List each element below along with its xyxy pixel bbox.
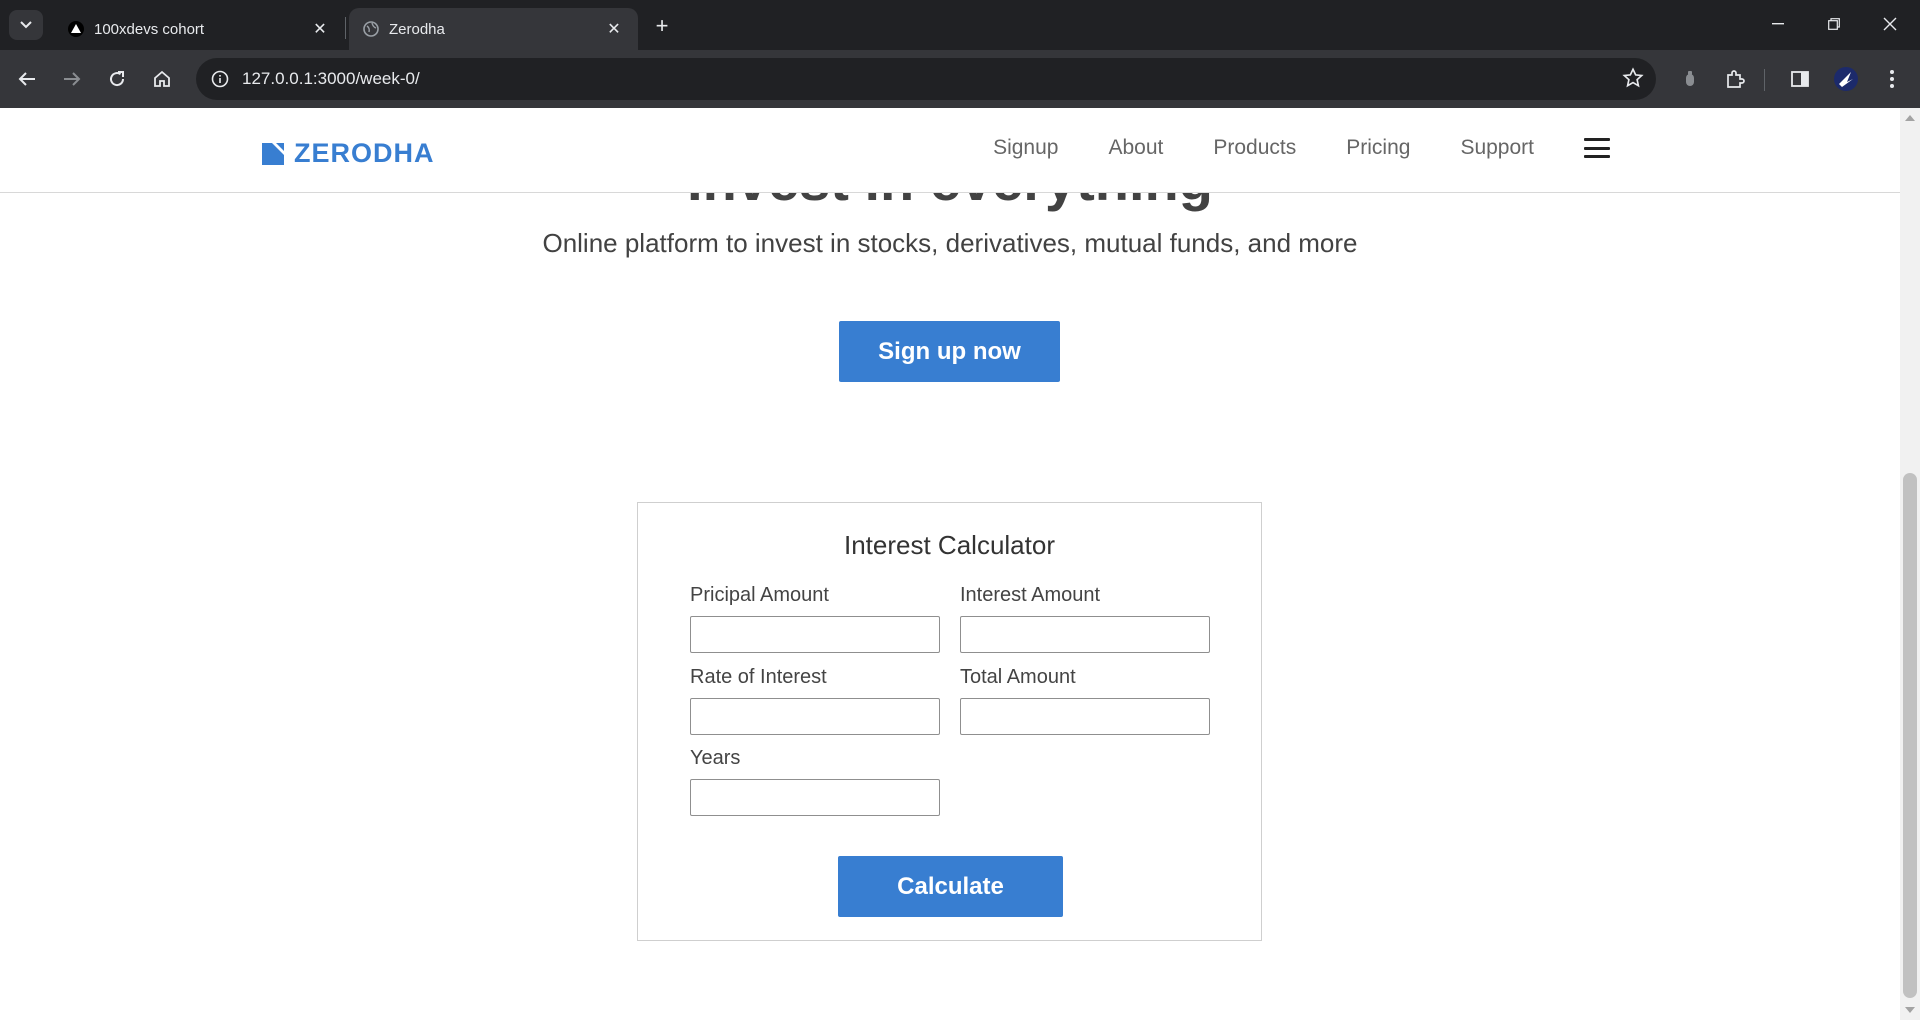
address-bar[interactable]: 127.0.0.1:3000/week-0/ xyxy=(196,58,1656,100)
zerodha-logo[interactable]: ZERODHA xyxy=(262,138,435,169)
profile-button[interactable] xyxy=(1828,61,1864,97)
close-window-button[interactable] xyxy=(1862,0,1918,48)
restore-icon xyxy=(1828,18,1840,30)
browser-toolbar: 127.0.0.1:3000/week-0/ xyxy=(0,50,1920,108)
tab-title: Zerodha xyxy=(389,20,445,38)
total-amount-label: Total Amount xyxy=(960,666,1076,688)
minimize-button[interactable] xyxy=(1750,0,1806,48)
info-icon xyxy=(211,70,229,88)
restore-button[interactable] xyxy=(1806,0,1862,48)
triangle-icon xyxy=(68,21,84,37)
rate-input[interactable] xyxy=(690,698,940,735)
avatar-icon xyxy=(1834,67,1858,91)
arrow-right-icon xyxy=(64,72,81,86)
browser-tab-bar: 100xdevs cohort ✕ Zerodha ✕ + xyxy=(0,0,1920,50)
tab-100xdevs[interactable]: 100xdevs cohort ✕ xyxy=(54,8,344,50)
brand-name: ZERODHA xyxy=(294,138,435,168)
minimize-icon xyxy=(1772,23,1784,25)
scroll-up-arrow-icon[interactable] xyxy=(1905,115,1915,121)
star-icon xyxy=(1622,67,1644,88)
page-scrollbar[interactable] xyxy=(1900,108,1920,1020)
back-button[interactable] xyxy=(9,61,45,97)
arrow-left-icon xyxy=(18,72,35,86)
page-viewport: Invest in everything ZERODHA Signup Abou… xyxy=(0,108,1900,1020)
site-info-button[interactable] xyxy=(204,63,236,95)
tab-separator xyxy=(345,17,346,39)
signup-now-button[interactable]: Sign up now xyxy=(839,321,1060,382)
tab-search-button[interactable] xyxy=(9,10,43,40)
extension-button[interactable] xyxy=(1672,61,1708,97)
forward-button[interactable] xyxy=(54,61,90,97)
url-text: 127.0.0.1:3000/week-0/ xyxy=(242,69,420,88)
reload-icon xyxy=(110,71,125,87)
close-icon[interactable]: ✕ xyxy=(604,19,624,39)
principal-input[interactable] xyxy=(690,616,940,653)
home-icon xyxy=(154,70,170,87)
puzzle-icon xyxy=(1727,70,1745,88)
zerodha-logo-mark-icon xyxy=(262,142,284,165)
interest-amount-label: Interest Amount xyxy=(960,584,1101,606)
scroll-down-arrow-icon[interactable] xyxy=(1905,1007,1915,1013)
interest-calculator: Interest Calculator Pricipal Amount Inte… xyxy=(637,502,1262,941)
bookmark-button[interactable] xyxy=(1622,67,1644,94)
extensions-menu-button[interactable] xyxy=(1717,61,1753,97)
kebab-menu-icon xyxy=(1890,70,1894,88)
principal-label: Pricipal Amount xyxy=(690,584,829,606)
nav-link-support[interactable]: Support xyxy=(1460,136,1534,160)
browser-menu-button[interactable] xyxy=(1874,61,1910,97)
hamburger-menu-icon[interactable] xyxy=(1584,138,1610,158)
extension-grey-icon xyxy=(1686,71,1694,86)
calculate-button[interactable]: Calculate xyxy=(838,856,1063,917)
site-navbar: ZERODHA Signup About Products Pricing Su… xyxy=(0,108,1900,193)
nav-link-products[interactable]: Products xyxy=(1213,136,1296,160)
new-tab-button[interactable]: + xyxy=(648,12,676,40)
interest-amount-input[interactable] xyxy=(960,616,1210,653)
nav-link-about[interactable]: About xyxy=(1108,136,1163,160)
tab-zerodha[interactable]: Zerodha ✕ xyxy=(349,8,638,50)
reload-button[interactable] xyxy=(99,61,135,97)
scrollbar-thumb[interactable] xyxy=(1903,473,1917,998)
nav-link-pricing[interactable]: Pricing xyxy=(1346,136,1410,160)
close-icon xyxy=(1883,17,1897,31)
side-panel-icon xyxy=(1791,71,1809,87)
calculator-title: Interest Calculator xyxy=(844,530,1055,560)
chevron-down-icon xyxy=(20,21,32,29)
home-button[interactable] xyxy=(144,61,180,97)
globe-icon xyxy=(363,21,379,37)
years-label: Years xyxy=(690,747,741,769)
total-amount-input[interactable] xyxy=(960,698,1210,735)
rate-label: Rate of Interest xyxy=(690,666,827,688)
nav-links: Signup About Products Pricing Support xyxy=(943,136,1610,160)
years-input[interactable] xyxy=(690,779,940,816)
close-icon[interactable]: ✕ xyxy=(310,19,330,39)
tab-title: 100xdevs cohort xyxy=(94,20,205,38)
nav-link-signup[interactable]: Signup xyxy=(993,136,1058,160)
toolbar-divider xyxy=(1764,69,1765,91)
hero-subtitle: Online platform to invest in stocks, der… xyxy=(542,228,1358,258)
side-panel-button[interactable] xyxy=(1782,61,1818,97)
